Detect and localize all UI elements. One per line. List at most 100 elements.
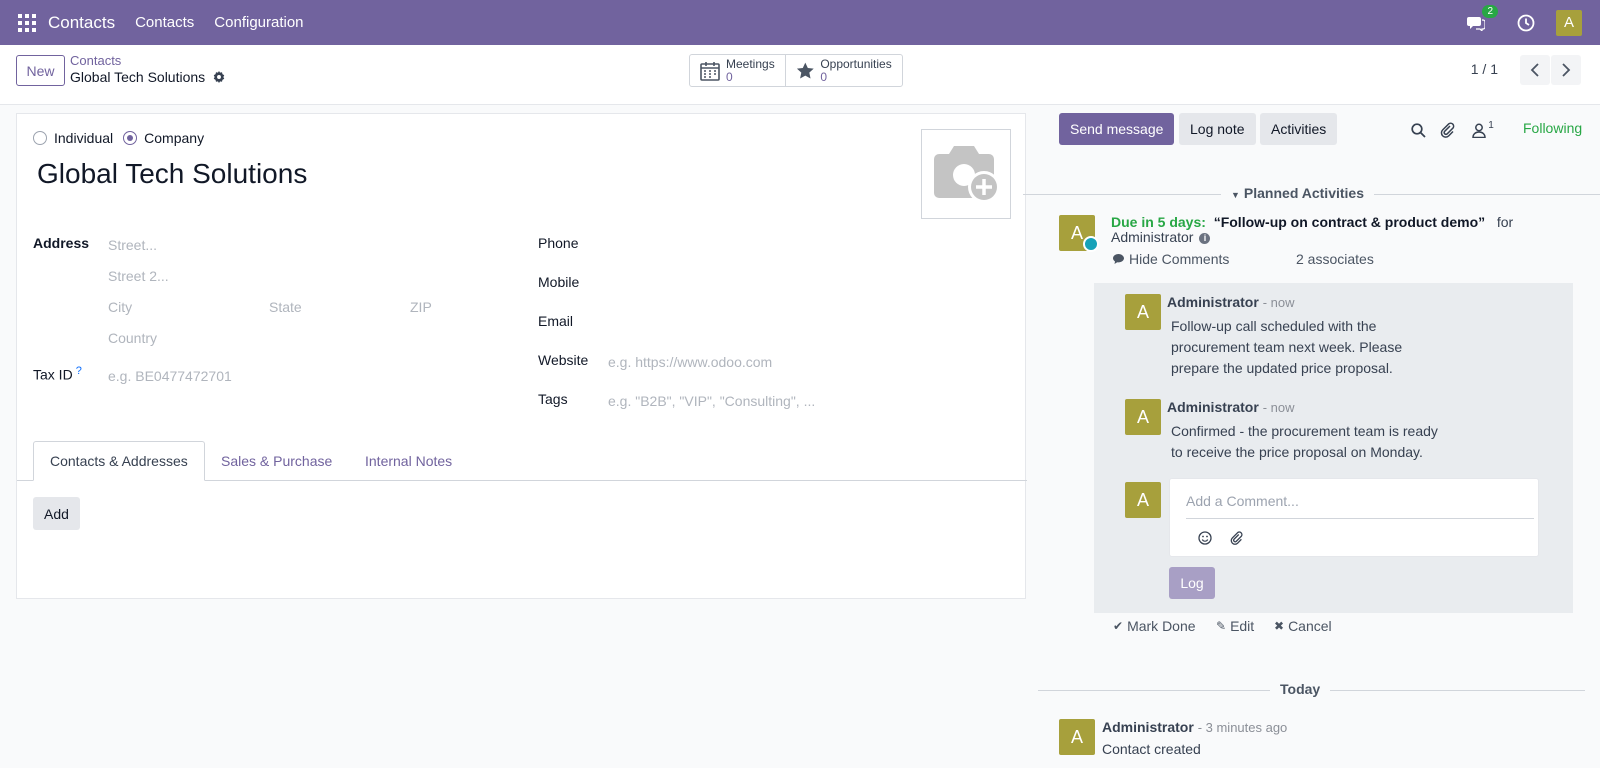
pager-value[interactable]: 1 / 1 <box>1471 61 1498 77</box>
gear-icon[interactable] <box>213 71 225 83</box>
country-input[interactable]: Country <box>108 330 157 346</box>
comment-input[interactable]: Add a Comment... <box>1186 493 1299 509</box>
composer-divider <box>1186 518 1534 519</box>
comment-icon <box>1113 254 1124 264</box>
comment-composer[interactable]: Add a Comment... <box>1169 478 1539 557</box>
breadcrumb-contacts[interactable]: Contacts <box>70 53 121 68</box>
phone-label: Phone <box>538 235 579 251</box>
email-label: Email <box>538 313 574 329</box>
message-author-name: Administrator <box>1102 719 1194 735</box>
zip-input[interactable]: ZIP <box>410 299 432 315</box>
new-button[interactable]: New <box>16 55 65 86</box>
opportunities-smart-button[interactable]: Opportunities 0 <box>784 55 902 86</box>
app-brand[interactable]: Contacts <box>48 13 115 33</box>
comment-avatar: A <box>1125 294 1161 330</box>
breadcrumb-current: Global Tech Solutions <box>70 69 225 85</box>
comment-time: - now <box>1262 400 1295 415</box>
mobile-label: Mobile <box>538 274 580 290</box>
activity-for: for <box>1496 214 1514 230</box>
chevron-left-icon <box>1530 63 1539 77</box>
comment-author-name: Administrator <box>1167 294 1259 310</box>
add-contact-button[interactable]: Add <box>33 497 80 530</box>
street-input[interactable]: Street... <box>108 237 157 253</box>
search-icon[interactable] <box>1409 121 1427 139</box>
hide-comments-label: Hide Comments <box>1129 251 1230 267</box>
edit-label: Edit <box>1230 618 1255 634</box>
opportunities-value: 0 <box>820 69 828 84</box>
pager-previous-button[interactable] <box>1520 55 1550 85</box>
city-input[interactable]: City <box>108 299 132 315</box>
street2-input[interactable]: Street 2... <box>108 268 169 284</box>
tab-sales-purchase[interactable]: Sales & Purchase <box>221 441 332 481</box>
comment-body: Follow-up call scheduled with the procur… <box>1171 316 1402 379</box>
form-sheet: Individual Company Global Tech Solutions… <box>16 113 1027 599</box>
attachment-icon[interactable] <box>1439 121 1457 139</box>
company-type-radio: Individual Company <box>33 130 214 146</box>
attachment-icon[interactable] <box>1230 531 1244 545</box>
apps-menu-icon[interactable] <box>18 13 36 32</box>
tags-label: Tags <box>538 391 568 407</box>
cancel-activity-button[interactable]: ✖ Cancel <box>1274 618 1332 634</box>
followers-count: 1 <box>1488 119 1494 131</box>
website-input[interactable]: e.g. https://www.odoo.com <box>608 354 772 370</box>
top-navbar: Contacts Contacts Configuration 2 A <box>0 0 1600 45</box>
user-icon <box>1472 123 1486 138</box>
chevron-right-icon <box>1562 63 1571 77</box>
partner-name-input[interactable]: Global Tech Solutions <box>37 158 307 190</box>
activity-type-icon <box>1083 236 1099 252</box>
mark-done-button[interactable]: ✔ Mark Done <box>1113 618 1196 634</box>
log-comment-button[interactable]: Log <box>1169 567 1215 599</box>
today-label: Today <box>1270 681 1331 697</box>
comment-line: Confirmed - the procurement team is read… <box>1171 423 1438 439</box>
user-avatar[interactable]: A <box>1556 9 1582 36</box>
taxid-label: Tax ID? <box>33 365 82 383</box>
emoji-icon[interactable] <box>1198 531 1212 545</box>
messages-icon[interactable]: 2 <box>1466 4 1498 33</box>
menu-configuration[interactable]: Configuration <box>214 14 303 31</box>
comment-author-name: Administrator <box>1167 399 1259 415</box>
pager-next-button[interactable] <box>1551 55 1581 85</box>
individual-radio[interactable] <box>33 131 47 145</box>
tab-internal-notes[interactable]: Internal Notes <box>365 441 452 481</box>
tab-contacts-addresses[interactable]: Contacts & Addresses <box>33 441 205 481</box>
clock-icon[interactable] <box>1516 13 1536 33</box>
company-radio[interactable] <box>123 131 138 145</box>
activities-button[interactable]: Activities <box>1260 113 1338 145</box>
comment-author: Administrator - now <box>1167 399 1294 415</box>
image-upload[interactable] <box>921 129 1011 219</box>
comment-author: Administrator - now <box>1167 294 1294 310</box>
meetings-label: Meetings <box>726 56 775 71</box>
hide-comments-button[interactable]: Hide Comments <box>1112 251 1229 267</box>
comment-time: - now <box>1262 295 1295 310</box>
taxid-help-icon[interactable]: ? <box>76 365 82 377</box>
state-input[interactable]: State <box>269 299 302 315</box>
message-avatar: A <box>1059 719 1095 755</box>
smart-buttons: Meetings 0 Opportunities 0 <box>689 54 903 87</box>
comment-line: Follow-up call scheduled with the <box>1171 318 1377 334</box>
taxid-input[interactable]: e.g. BE0477472701 <box>108 368 232 384</box>
tags-input[interactable]: e.g. "B2B", "VIP", "Consulting", ... <box>608 393 815 409</box>
star-icon <box>796 62 814 78</box>
planned-activities-toggle[interactable]: ▼ Planned Activities <box>1221 185 1374 201</box>
log-note-button[interactable]: Log note <box>1179 113 1256 145</box>
company-radio-label[interactable]: Company <box>144 130 204 146</box>
meetings-value: 0 <box>726 69 733 84</box>
comment-line: to receive the price proposal on Monday. <box>1171 444 1423 460</box>
info-icon[interactable]: i <box>1199 232 1211 244</box>
calendar-icon <box>700 61 720 81</box>
individual-radio-label[interactable]: Individual <box>54 130 113 146</box>
activity-title: “Follow-up on contract & product demo” <box>1213 214 1486 230</box>
following-button[interactable]: Following <box>1523 120 1582 136</box>
followers-button[interactable]: 1 <box>1467 119 1499 139</box>
caret-down-icon: ▼ <box>1231 190 1240 200</box>
menu-contacts[interactable]: Contacts <box>135 14 194 31</box>
edit-activity-button[interactable]: ✎ Edit <box>1216 618 1254 634</box>
message-body: Contact created <box>1102 741 1201 757</box>
message-time: - 3 minutes ago <box>1197 720 1288 735</box>
activity-assignee: Administrator <box>1111 229 1194 245</box>
associates-link[interactable]: 2 associates <box>1296 251 1374 267</box>
send-message-button[interactable]: Send message <box>1059 113 1175 145</box>
cancel-label: Cancel <box>1288 618 1332 634</box>
composer-avatar: A <box>1125 482 1161 518</box>
meetings-smart-button[interactable]: Meetings 0 <box>690 55 785 86</box>
